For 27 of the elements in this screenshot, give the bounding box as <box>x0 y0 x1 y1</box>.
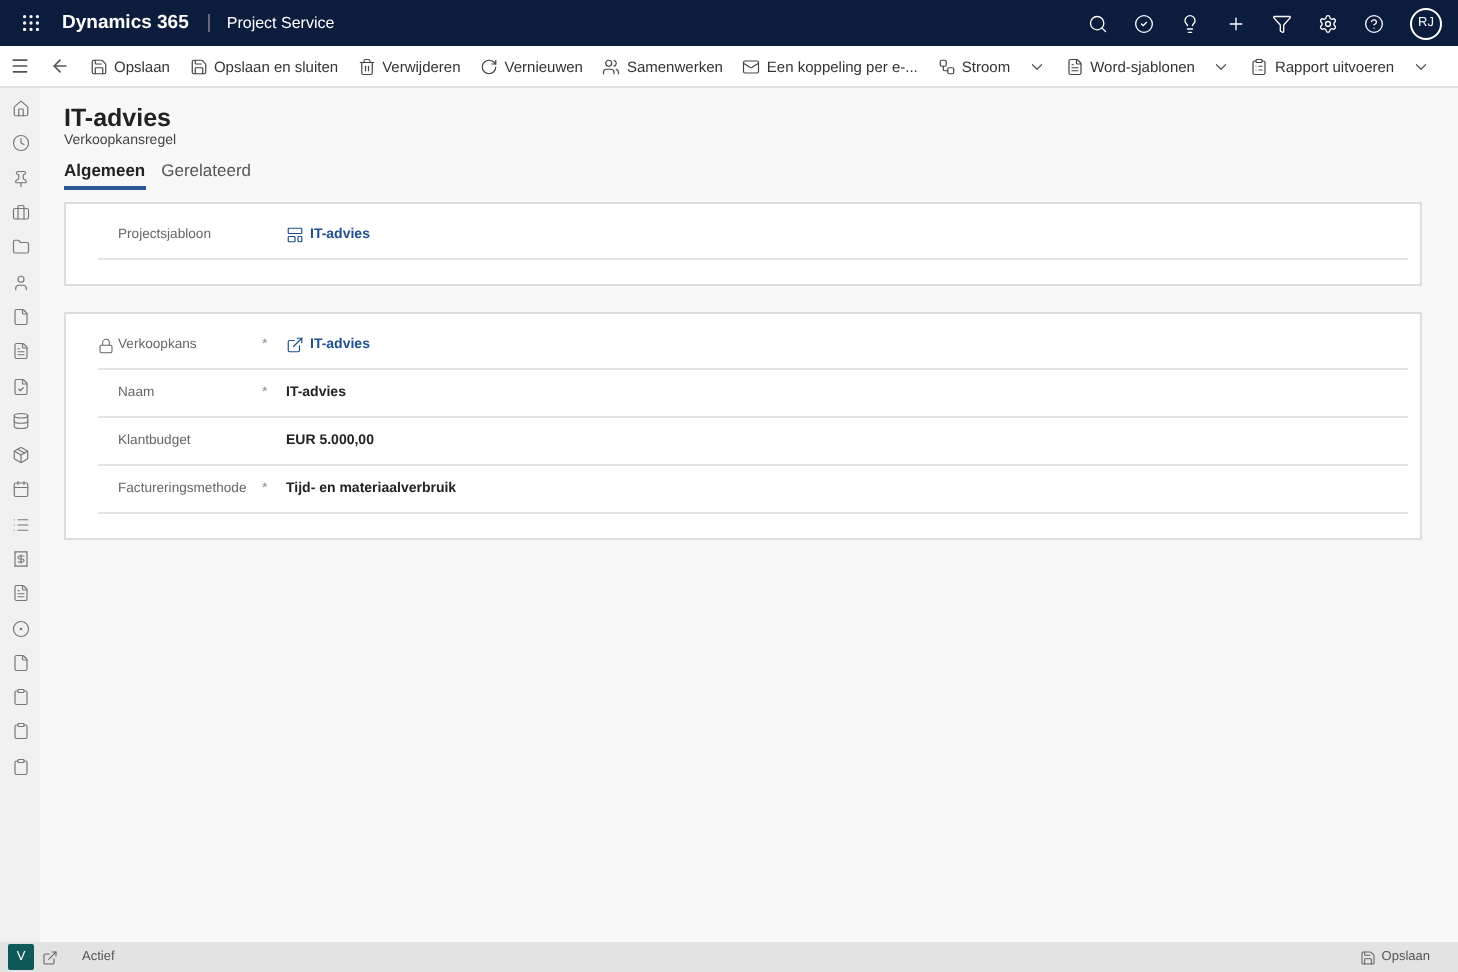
record-icon <box>286 336 304 354</box>
save-icon <box>189 57 208 75</box>
search-icon <box>1088 13 1108 33</box>
task-icon <box>1134 13 1154 33</box>
help-icon <box>1364 13 1384 33</box>
record-title: IT-advies <box>64 104 173 132</box>
tab[interactable]: Gerelateerd <box>161 160 252 190</box>
refresh-icon <box>480 57 499 75</box>
tab[interactable]: Algemeen <box>64 160 146 190</box>
settings-icon <box>1318 13 1338 33</box>
clipboard-icon <box>1250 57 1269 75</box>
document-icon <box>1066 57 1085 75</box>
people-icon <box>602 57 621 75</box>
save-icon <box>1359 949 1376 965</box>
plus-icon <box>1226 13 1246 33</box>
product-name[interactable]: Dynamics 365 <box>62 12 189 34</box>
lock-icon <box>98 337 114 353</box>
app-launcher-icon <box>20 12 42 34</box>
open-window-icon <box>42 949 58 965</box>
mail-icon <box>742 57 761 75</box>
template-icon <box>286 226 304 244</box>
trash-icon <box>358 57 377 75</box>
save-icon <box>90 57 108 75</box>
app-name[interactable]: Project Service <box>208 14 335 32</box>
filter-icon <box>1272 13 1292 33</box>
lightbulb-icon <box>1180 13 1200 33</box>
flow-icon <box>937 57 956 75</box>
